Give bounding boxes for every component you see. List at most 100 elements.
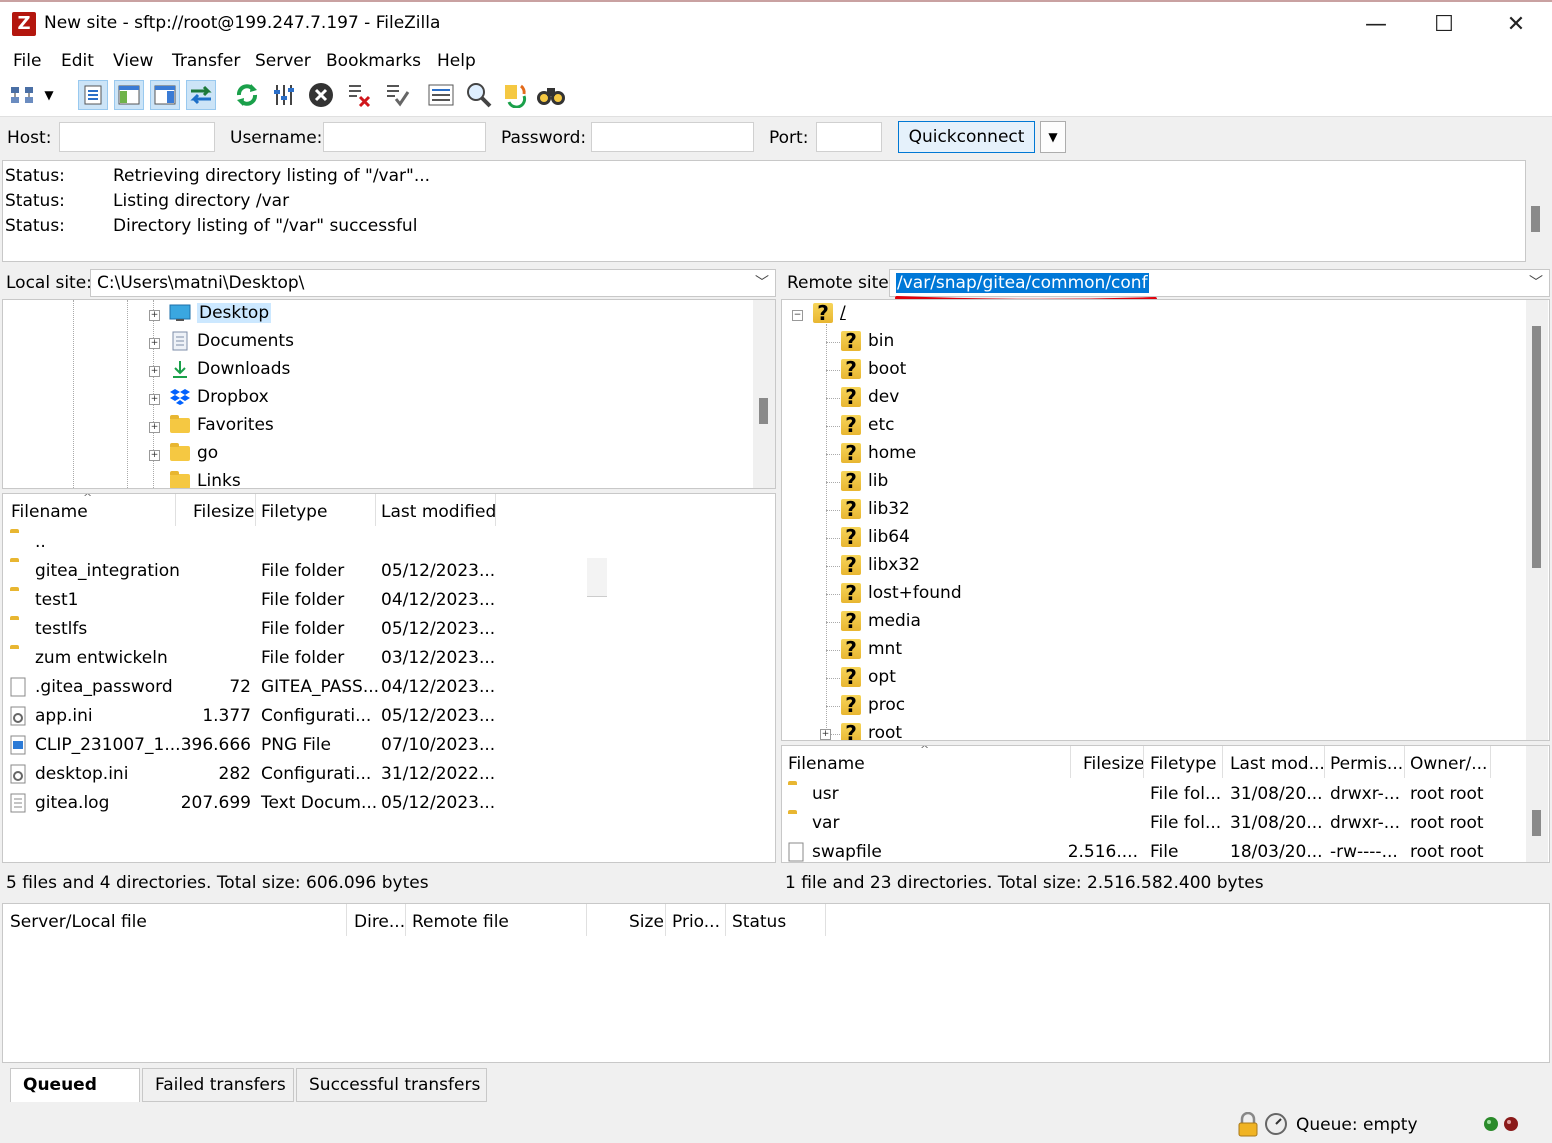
minimize-button[interactable]: — [1346,8,1406,42]
table-row[interactable]: varFile fol...31/08/20...drwxr-...root r… [782,809,1522,837]
tree-item-lib[interactable]: ?lib [840,471,888,491]
table-row[interactable]: test1File folder04/12/2023... [3,586,583,614]
column-last-modified[interactable]: Last mod... [1230,754,1325,774]
tree-item-lib32[interactable]: ?lib32 [840,499,910,519]
table-row[interactable]: usrFile fol...31/08/20...drwxr-...root r… [782,780,1522,808]
local-path-combo[interactable]: C:\Users\matni\Desktop\ ﹀ [90,269,776,297]
remote-path-combo[interactable]: /var/snap/gitea/common/conf ﹀ [889,269,1550,297]
local-tree-scrollbar-thumb[interactable] [759,398,768,424]
column-priority[interactable]: Prio... [672,912,720,932]
column-direction[interactable]: Dire... [354,912,405,932]
process-queue-icon[interactable] [270,80,300,110]
site-manager-dropdown-icon[interactable]: ▼ [40,80,58,110]
column-filetype[interactable]: Filetype [261,502,327,522]
tree-item-root[interactable]: ? / [812,303,846,323]
tree-item-downloads[interactable]: Downloads [169,359,290,379]
username-input[interactable] [323,122,486,152]
tree-item-go[interactable]: go [169,443,218,463]
tree-item-libx32[interactable]: ?libx32 [840,555,920,575]
refresh-icon[interactable] [232,80,262,110]
tab-successful-transfers[interactable]: Successful transfers [296,1068,487,1102]
remote-tree-scrollbar-thumb[interactable] [1532,326,1541,568]
expand-icon[interactable]: + [149,394,160,405]
local-list-scrollbar[interactable] [587,558,607,597]
table-row[interactable]: gitea.log207.699Text Docum...05/12/2023.… [3,789,583,817]
log-scrollbar[interactable] [1526,160,1546,260]
port-input[interactable] [816,122,882,152]
column-filetype[interactable]: Filetype [1150,754,1216,774]
tab-queued-files[interactable]: Queued files [10,1068,140,1102]
close-button[interactable]: ✕ [1486,8,1546,42]
column-remote-file[interactable]: Remote file [412,912,509,932]
tree-item-opt[interactable]: ?opt [840,667,896,687]
directory-filters-icon[interactable] [426,80,456,110]
toggle-remote-tree-icon[interactable] [150,80,180,110]
remote-list-scrollbar-thumb[interactable] [1532,810,1541,836]
tree-item-home[interactable]: ?home [840,443,916,463]
expand-icon[interactable]: + [820,729,831,740]
password-input[interactable] [591,122,754,152]
host-input[interactable] [59,122,215,152]
local-tree-scrollbar[interactable] [753,300,775,488]
tree-item-mnt[interactable]: ?mnt [840,639,902,659]
speed-limit-icon[interactable] [1264,1112,1288,1141]
column-last-modified[interactable]: Last modified [381,502,496,522]
tree-item-links[interactable]: Links [169,471,241,489]
expand-icon[interactable]: + [149,310,160,321]
tree-item-dev[interactable]: ?dev [840,387,899,407]
tree-item-etc[interactable]: ?etc [840,415,894,435]
remote-list-scrollbar[interactable] [1526,746,1548,862]
expand-icon[interactable]: + [149,366,160,377]
chevron-down-icon[interactable]: ﹀ [1529,272,1543,292]
menu-edit[interactable]: Edit [61,51,94,71]
column-owner[interactable]: Owner/... [1410,754,1487,774]
column-server-local-file[interactable]: Server/Local file [10,912,147,932]
table-row[interactable]: app.ini1.377Configurati...05/12/2023... [3,702,583,730]
tree-item-bin[interactable]: ?bin [840,331,894,351]
find-files-icon[interactable] [536,80,566,110]
chevron-down-icon[interactable]: ﹀ [755,272,769,292]
column-filesize[interactable]: Filesize [193,502,254,522]
expand-icon[interactable]: + [149,422,160,433]
expand-icon[interactable]: + [149,450,160,461]
disconnect-icon[interactable] [344,80,374,110]
tab-failed-transfers[interactable]: Failed transfers [142,1068,294,1102]
tree-item-media[interactable]: ?media [840,611,921,631]
cancel-operation-icon[interactable] [306,80,336,110]
table-row[interactable]: CLIP_231007_1...396.666PNG File07/10/202… [3,731,583,759]
table-row[interactable]: desktop.ini282Configurati...31/12/2022..… [3,760,583,788]
tree-item-boot[interactable]: ?boot [840,359,906,379]
remote-path-value[interactable]: /var/snap/gitea/common/conf [896,273,1149,293]
tree-item-dropbox[interactable]: Dropbox [169,387,269,407]
table-row[interactable]: gitea_integrationFile folder05/12/2023..… [3,557,583,585]
tree-item-favorites[interactable]: Favorites [169,415,274,435]
column-filename[interactable]: Filename [11,502,88,522]
table-row[interactable]: testlfsFile folder05/12/2023... [3,615,583,643]
toggle-transfer-queue-icon[interactable] [186,80,216,110]
column-size[interactable]: Size [629,912,664,932]
collapse-icon[interactable]: − [792,310,803,321]
tree-item-documents[interactable]: Documents [169,331,294,351]
maximize-button[interactable]: ☐ [1414,8,1474,42]
reconnect-icon[interactable] [382,80,412,110]
column-permissions[interactable]: Permis... [1330,754,1403,774]
site-manager-icon[interactable] [8,80,38,110]
menu-view[interactable]: View [113,51,153,71]
table-row[interactable]: zum entwickelnFile folder03/12/2023... [3,644,583,672]
column-status[interactable]: Status [732,912,786,932]
menu-transfer[interactable]: Transfer [172,51,240,71]
log-scrollbar-thumb[interactable] [1531,206,1540,232]
column-filesize[interactable]: Filesize [1083,754,1144,774]
tree-item-lost-found[interactable]: ?lost+found [840,583,962,603]
menu-help[interactable]: Help [437,51,476,71]
menu-file[interactable]: File [13,51,41,71]
toggle-local-tree-icon[interactable] [114,80,144,110]
search-remote-files-icon[interactable] [464,80,494,110]
toggle-sync-browsing-icon[interactable] [500,80,530,110]
column-filename[interactable]: Filename [788,754,865,774]
tree-item-proc[interactable]: ?proc [840,695,905,715]
menu-bookmarks[interactable]: Bookmarks [326,51,421,71]
expand-icon[interactable]: + [149,338,160,349]
menu-server[interactable]: Server [255,51,311,71]
quickconnect-dropdown-icon[interactable]: ▼ [1040,121,1066,153]
